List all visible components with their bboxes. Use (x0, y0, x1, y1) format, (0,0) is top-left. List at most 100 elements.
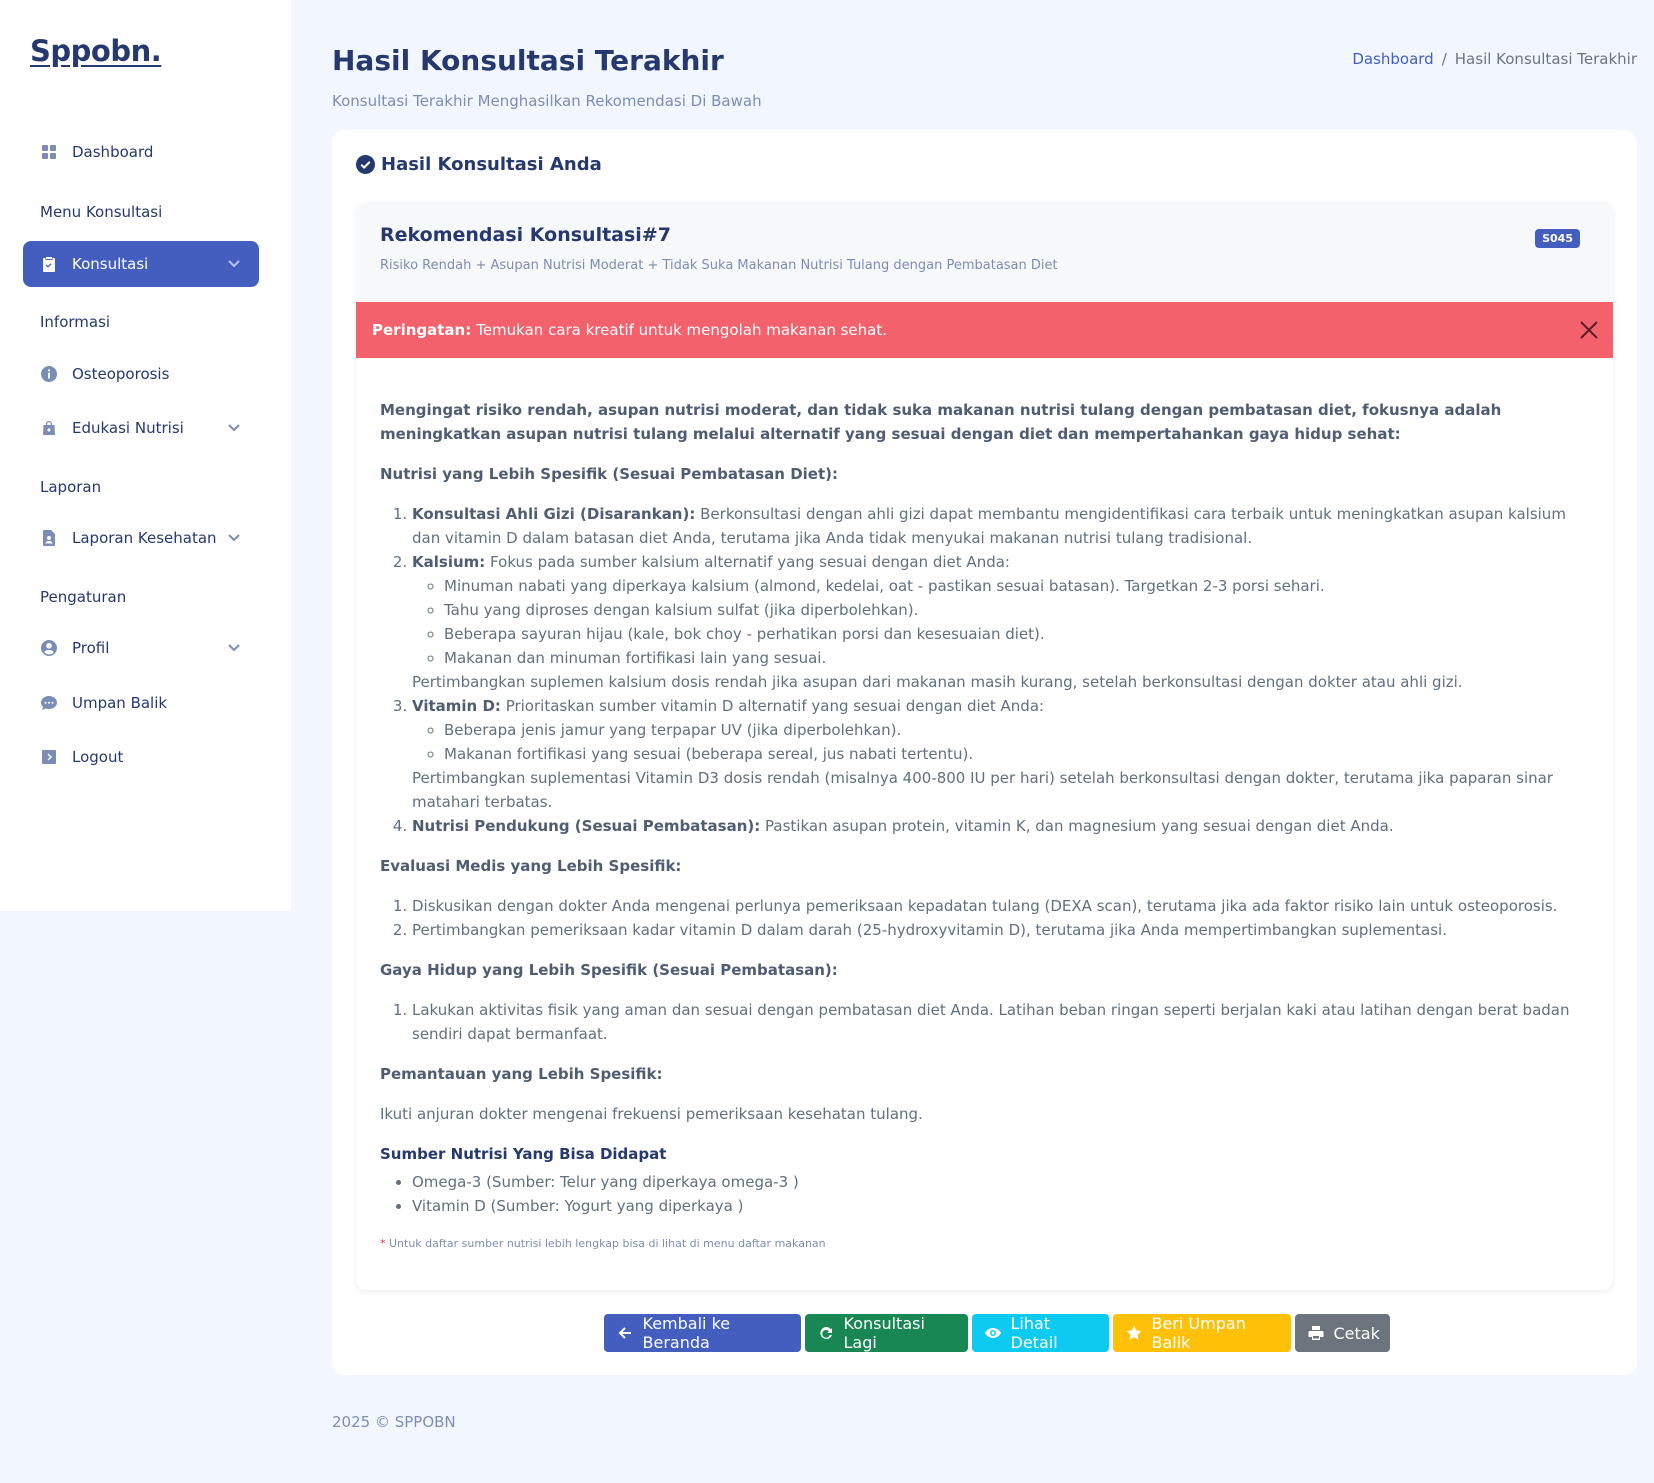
list-item-bold: Kalsium: (412, 553, 486, 571)
button-label: Kembali ke Beranda (642, 1314, 731, 1352)
list-item: Konsultasi Ahli Gizi (Disarankan): Berko… (412, 502, 1590, 550)
alert-text: Temukan cara kreatif untuk mengolah maka… (476, 321, 887, 339)
list-item-note: Pertimbangkan suplemen kalsium dosis ren… (412, 673, 1463, 691)
give-feedback-button[interactable]: Beri Umpan Balik (1112, 1314, 1291, 1352)
recommendation-subtitle: Risiko Rendah + Asupan Nutrisi Moderat +… (380, 258, 1058, 273)
print-button[interactable]: Cetak (1294, 1314, 1390, 1352)
footnote-asterisk: * (380, 1237, 386, 1250)
sidebar-item-label: Edukasi Nutrisi (72, 419, 184, 437)
result-card: Hasil Konsultasi Anda Rekomendasi Konsul… (332, 130, 1637, 1375)
card-title-text: Hasil Konsultasi Anda (381, 154, 602, 175)
footnote-text: Untuk daftar sumber nutrisi lebih lengka… (389, 1237, 826, 1250)
lead-paragraph: Mengingat risiko rendah, asupan nutrisi … (380, 401, 1502, 443)
close-icon[interactable] (1579, 320, 1599, 340)
section-heading-sumber: Sumber Nutrisi Yang Bisa Didapat (380, 1145, 667, 1163)
sub-list: Beberapa jenis jamur yang terpapar UV (j… (412, 718, 1590, 766)
eye-icon (984, 1325, 1001, 1341)
sidebar: Sppobn. Dashboard Menu Konsultasi Konsul… (0, 0, 291, 911)
bag-icon (40, 420, 57, 437)
sidebar-item-label: Konsultasi (72, 255, 149, 273)
sub-list-item: Tahu yang diproses dengan kalsium sulfat… (444, 598, 1590, 622)
chevron-down-icon (227, 640, 241, 654)
sub-list: Minuman nabati yang diperkaya kalsium (a… (412, 574, 1590, 670)
gaya-hidup-list: Lakukan aktivitas fisik yang aman dan se… (380, 998, 1590, 1046)
list-item: Lakukan aktivitas fisik yang aman dan se… (412, 998, 1590, 1046)
footnote: * Untuk daftar sumber nutrisi lebih leng… (380, 1232, 1590, 1256)
sidebar-item-label: Umpan Balik (72, 694, 168, 712)
recommendation-header: Rekomendasi Konsultasi#7 Risiko Rendah +… (356, 202, 1613, 302)
pemantauan-text: Ikuti anjuran dokter mengenai frekuensi … (380, 1105, 923, 1123)
button-label: Beri Umpan Balik (1151, 1314, 1246, 1352)
sumber-list: Omega-3 (Sumber: Telur yang diperkaya om… (380, 1170, 1590, 1218)
list-item: Vitamin D (Sumber: Yogurt yang diperkaya… (412, 1194, 1590, 1218)
nutrisi-list: Konsultasi Ahli Gizi (Disarankan): Berko… (380, 502, 1590, 838)
sidebar-section-informasi: Informasi (40, 313, 111, 331)
action-buttons: Kembali ke Beranda Konsultasi Lagi Lihat… (332, 1314, 1637, 1352)
sidebar-item-umpan-balik[interactable]: Umpan Balik (23, 680, 259, 726)
sub-list-item: Minuman nabati yang diperkaya kalsium (a… (444, 574, 1590, 598)
chat-icon (40, 695, 57, 712)
list-item-text: Fokus pada sumber kalsium alternatif yan… (490, 553, 1010, 571)
page-subtitle: Konsultasi Terakhir Menghasilkan Rekomen… (332, 92, 762, 110)
card-title: Hasil Konsultasi Anda (356, 154, 602, 175)
list-item: Nutrisi Pendukung (Sesuai Pembatasan): P… (412, 814, 1590, 838)
alert-label: Peringatan: (372, 321, 472, 339)
sidebar-section-laporan: Laporan (40, 478, 102, 496)
sidebar-item-label: Profil (72, 639, 110, 657)
refresh-icon (818, 1325, 834, 1341)
sidebar-item-edukasi-nutrisi[interactable]: Edukasi Nutrisi (23, 405, 259, 451)
warning-alert: Peringatan: Temukan cara kreatif untuk m… (356, 302, 1613, 358)
grid-icon (40, 144, 57, 161)
code-badge: S045 (1535, 229, 1580, 248)
logo[interactable]: Sppobn. (30, 34, 162, 68)
section-heading-gaya-hidup: Gaya Hidup yang Lebih Spesifik (Sesuai P… (380, 961, 838, 979)
back-home-button[interactable]: Kembali ke Beranda (603, 1314, 801, 1352)
sidebar-item-osteoporosis[interactable]: Osteoporosis (23, 351, 259, 397)
sidebar-item-profil[interactable]: Profil (23, 625, 259, 671)
recommendation-panel: Rekomendasi Konsultasi#7 Risiko Rendah +… (356, 202, 1613, 1290)
sub-list-item: Makanan fortifikasi yang sesuai (beberap… (444, 742, 1590, 766)
list-item-text: Pastikan asupan protein, vitamin K, dan … (765, 817, 1394, 835)
section-heading-nutrisi: Nutrisi yang Lebih Spesifik (Sesuai Pemb… (380, 465, 838, 483)
printer-icon (1308, 1325, 1324, 1341)
sidebar-item-laporan-kesehatan[interactable]: Laporan Kesehatan (23, 515, 259, 561)
sidebar-item-label: Osteoporosis (72, 365, 170, 383)
list-item-note: Pertimbangkan suplementasi Vitamin D3 do… (412, 769, 1553, 811)
consult-again-button[interactable]: Konsultasi Lagi (804, 1314, 968, 1352)
document-person-icon (40, 530, 57, 547)
list-item: Omega-3 (Sumber: Telur yang diperkaya om… (412, 1170, 1590, 1194)
sidebar-item-dashboard[interactable]: Dashboard (23, 129, 259, 175)
logout-icon (40, 749, 57, 766)
chevron-down-icon (227, 256, 241, 270)
breadcrumb-separator: / (1441, 50, 1447, 68)
user-circle-icon (40, 640, 57, 657)
page-title: Hasil Konsultasi Terakhir (332, 44, 724, 77)
view-detail-button[interactable]: Lihat Detail (971, 1314, 1109, 1352)
breadcrumb-current: Hasil Konsultasi Terakhir (1454, 50, 1637, 68)
list-item-text: Prioritaskan sumber vitamin D alternatif… (505, 697, 1045, 715)
section-heading-pemantauan: Pemantauan yang Lebih Spesifik: (380, 1065, 663, 1083)
star-icon (1126, 1325, 1142, 1341)
clipboard-icon (40, 256, 57, 273)
sidebar-item-konsultasi[interactable]: Konsultasi (23, 241, 259, 287)
button-label: Konsultasi Lagi (843, 1314, 925, 1352)
sub-list-item: Beberapa sayuran hijau (kale, bok choy -… (444, 622, 1590, 646)
breadcrumb-link-dashboard[interactable]: Dashboard (1352, 50, 1433, 68)
list-item: Kalsium: Fokus pada sumber kalsium alter… (412, 550, 1590, 694)
list-item-bold: Nutrisi Pendukung (Sesuai Pembatasan): (412, 817, 761, 835)
sidebar-item-label: Dashboard (72, 143, 154, 161)
evaluasi-list: Diskusikan dengan dokter Anda mengenai p… (380, 894, 1590, 942)
recommendation-title: Rekomendasi Konsultasi#7 (380, 224, 671, 246)
section-heading-evaluasi: Evaluasi Medis yang Lebih Spesifik: (380, 857, 682, 875)
sidebar-section-menu-konsultasi: Menu Konsultasi (40, 203, 163, 221)
sidebar-item-label: Laporan Kesehatan (72, 529, 217, 547)
sub-list-item: Makanan dan minuman fortifikasi lain yan… (444, 646, 1590, 670)
button-label: Lihat Detail (1010, 1314, 1058, 1352)
sidebar-section-pengaturan: Pengaturan (40, 588, 127, 606)
list-item: Vitamin D: Prioritaskan sumber vitamin D… (412, 694, 1590, 814)
footer-copyright: 2025 © SPPOBN (332, 1413, 456, 1431)
sidebar-item-logout[interactable]: Logout (23, 734, 259, 780)
breadcrumb: Dashboard / Hasil Konsultasi Terakhir (1352, 50, 1637, 68)
check-circle-icon (356, 155, 375, 174)
arrow-left-icon (617, 1325, 633, 1341)
